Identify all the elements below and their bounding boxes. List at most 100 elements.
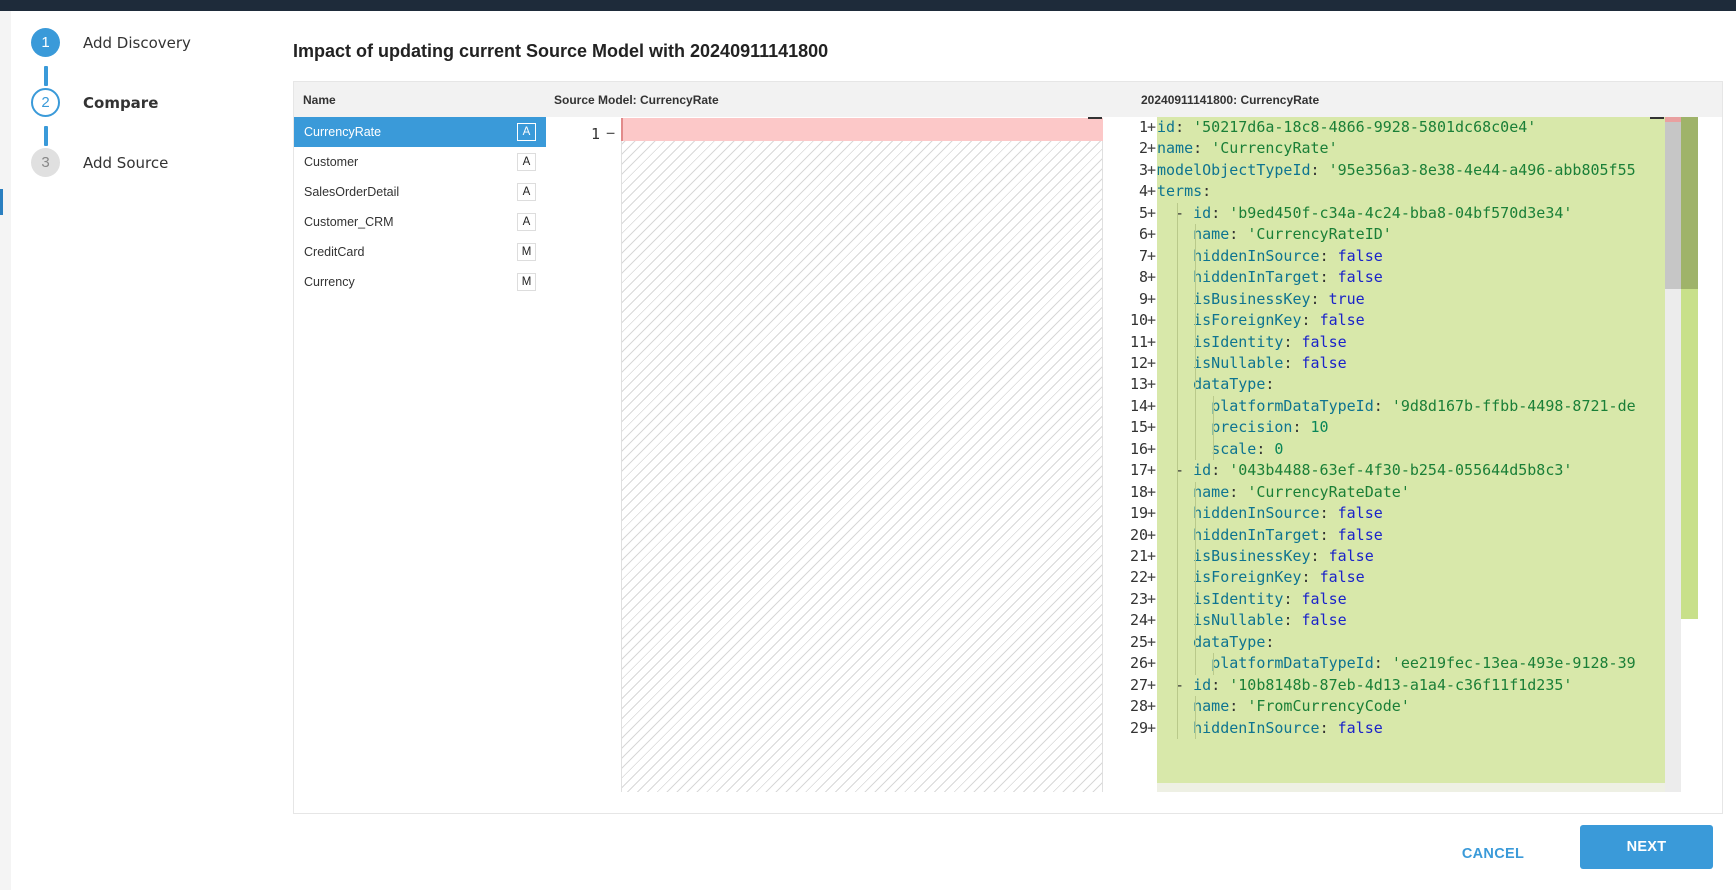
indent-guide xyxy=(1213,395,1215,461)
added-marker: + xyxy=(1147,139,1157,158)
added-marker: + xyxy=(1147,654,1157,673)
step-label: Add Source xyxy=(83,153,169,172)
indent-guide xyxy=(1195,481,1197,675)
code-line: isIdentity: false xyxy=(1193,332,1347,351)
line-number: 20 + xyxy=(1105,525,1157,546)
code-line: hiddenInSource: false xyxy=(1193,718,1383,737)
line-number: 8 + xyxy=(1105,267,1157,288)
code-line: dataType: xyxy=(1193,375,1275,394)
added-marker: + xyxy=(1147,504,1157,523)
scrollbar-thumb[interactable] xyxy=(1665,117,1681,289)
added-marker: + xyxy=(1147,289,1157,308)
column-header-target: 20240911141800: CurrencyRate xyxy=(1141,93,1320,107)
code-line: name: 'CurrencyRateID' xyxy=(1193,225,1392,244)
indent-guide xyxy=(1195,224,1197,461)
line-number: 22 + xyxy=(1105,567,1157,588)
code-line: - id: 'b9ed450f-c34a-4c24-bba8-04bf570d3… xyxy=(1157,203,1573,222)
line-number: 26 + xyxy=(1105,653,1157,674)
line-number: 29 + xyxy=(1105,718,1157,739)
list-item[interactable]: SalesOrderDetail A xyxy=(294,177,546,207)
step-label: Compare xyxy=(83,93,159,112)
code-area[interactable]: id: '50217d6a-18c8-4866-9928-5801dc68c0e… xyxy=(1157,117,1665,792)
background-app xyxy=(0,11,11,890)
added-marker: + xyxy=(1147,203,1157,222)
added-marker: + xyxy=(1147,353,1157,372)
overview-viewport xyxy=(1681,117,1698,289)
source-editor[interactable]: 1 − xyxy=(546,117,1105,792)
added-marker: + xyxy=(1147,718,1157,737)
line-number: 25 + xyxy=(1105,632,1157,653)
list-item[interactable]: CurrencyRate A xyxy=(294,117,546,147)
added-marker: + xyxy=(1147,268,1157,287)
line-number: 13 + xyxy=(1105,374,1157,395)
list-item[interactable]: Customer A xyxy=(294,147,546,177)
added-marker: + xyxy=(1147,547,1157,565)
column-header-name: Name xyxy=(303,93,336,107)
code-line: id: '50217d6a-18c8-4866-9928-5801dc68c0e… xyxy=(1157,118,1537,136)
vertical-scrollbar[interactable] xyxy=(1665,117,1681,792)
line-number: 1 + xyxy=(1105,117,1157,138)
removed-line xyxy=(621,118,1103,141)
list-item-label: CreditCard xyxy=(304,245,365,259)
column-header-source: Source Model: CurrencyRate xyxy=(554,93,719,107)
scroll-indicator xyxy=(1088,117,1102,119)
line-number: 6 + xyxy=(1105,224,1157,245)
added-marker: + xyxy=(1147,375,1157,394)
next-button[interactable]: NEXT xyxy=(1580,825,1713,869)
code-line: - id: '10b8148b-87eb-4d13-a1a4-c36f11f1d… xyxy=(1157,675,1573,694)
added-marker: + xyxy=(1147,396,1157,415)
step-add-source[interactable]: 3 Add Source xyxy=(31,148,168,177)
dialog-title: Impact of updating current Source Model … xyxy=(293,41,829,61)
code-line: modelObjectTypeId: '95e356a3-8e38-4e44-a… xyxy=(1157,160,1636,179)
code-line: isForeignKey: false xyxy=(1193,311,1365,330)
line-number: 3 + xyxy=(1105,160,1157,181)
code-line: hiddenInSource: false xyxy=(1193,246,1383,265)
table-header: Name Source Model: CurrencyRate 20240911… xyxy=(294,82,1722,117)
code-line: scale: 0 xyxy=(1211,439,1284,458)
code-line: terms: xyxy=(1157,182,1212,201)
compare-dialog: 1 Add Discovery 2 Compare 3 Add Source I… xyxy=(11,11,1736,890)
list-item[interactable]: CreditCard M xyxy=(294,237,546,267)
added-marker: + xyxy=(1147,525,1157,544)
line-number: 28 + xyxy=(1105,696,1157,717)
list-item[interactable]: Customer_CRM A xyxy=(294,207,546,237)
step-connector xyxy=(44,66,48,86)
step-add-discovery[interactable]: 1 Add Discovery xyxy=(31,28,191,57)
code-line: isNullable: false xyxy=(1193,611,1347,630)
cancel-button[interactable]: CANCEL xyxy=(1448,833,1538,875)
line-number: 21 + xyxy=(1105,546,1157,567)
line-number: 19 + xyxy=(1105,503,1157,524)
line-number: 18 + xyxy=(1105,482,1157,503)
added-marker: + xyxy=(1147,697,1157,716)
added-marker: + xyxy=(1147,225,1157,244)
code-line: hiddenInTarget: false xyxy=(1193,268,1383,287)
change-badge: A xyxy=(517,213,536,231)
line-number: 11 + xyxy=(1105,332,1157,353)
indent-guide xyxy=(1195,696,1197,740)
list-item-label: Currency xyxy=(304,275,355,289)
added-marker: + xyxy=(1147,246,1157,265)
line-number: 27 + xyxy=(1105,675,1157,696)
target-editor[interactable]: 1 +2 +3 +4 +5 +6 +7 +8 +9 +10 +11 +12 +13 +14 +15 +16 +1… xyxy=(1105,117,1722,792)
code-line: isIdentity: false xyxy=(1193,589,1347,608)
list-item[interactable]: Currency M xyxy=(294,267,546,297)
line-number: 14 + xyxy=(1105,396,1157,417)
overview-added-region xyxy=(1681,289,1698,619)
added-marker: + xyxy=(1147,675,1157,694)
step-compare[interactable]: 2 Compare xyxy=(31,88,158,117)
line-number: 2 + xyxy=(1105,138,1157,159)
added-marker: + xyxy=(1147,589,1157,608)
code-line: hiddenInSource: false xyxy=(1193,504,1383,523)
line-number: 7 + xyxy=(1105,246,1157,267)
list-item-label: CurrencyRate xyxy=(304,125,382,139)
step-label: Add Discovery xyxy=(83,33,191,52)
added-marker: + xyxy=(1147,632,1157,651)
code-line: platformDataTypeId: 'ee219fec-13ea-493e-… xyxy=(1211,654,1636,673)
background-accent xyxy=(0,189,3,215)
line-number: 4 + xyxy=(1105,181,1157,202)
indent-guide xyxy=(1213,653,1215,675)
app-top-bar xyxy=(0,0,1736,11)
added-marker: + xyxy=(1147,311,1157,330)
code-line: isBusinessKey: false xyxy=(1193,547,1374,565)
indent-guide xyxy=(1177,202,1179,740)
